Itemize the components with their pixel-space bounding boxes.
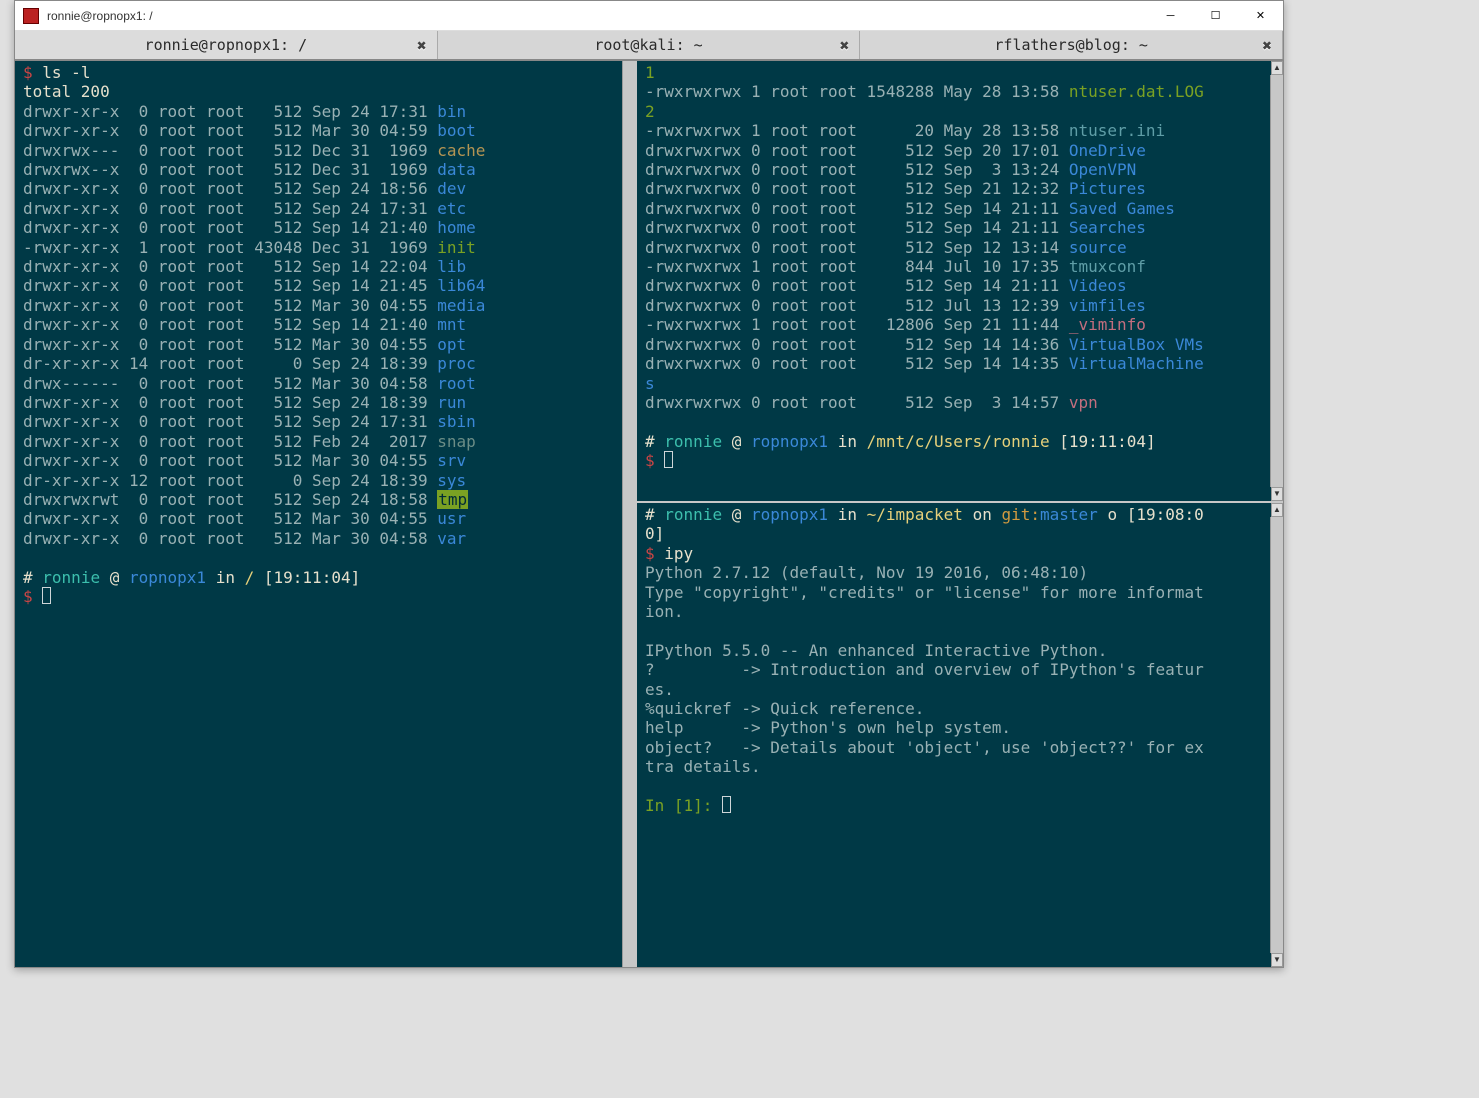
window-controls: ─ ☐ ✕ bbox=[1148, 1, 1283, 30]
close-button[interactable]: ✕ bbox=[1238, 1, 1283, 30]
top-terminal[interactable]: 1 -rwxrwxrwx 1 root root 1548288 May 28 … bbox=[637, 61, 1283, 475]
tab-close-icon[interactable]: ✖ bbox=[840, 36, 850, 55]
scroll-up-icon[interactable]: ▲ bbox=[623, 61, 635, 75]
tab-label: root@kali: ~ bbox=[594, 36, 702, 54]
app-window: ronnie@ropnopx1: / ─ ☐ ✕ ronnie@ropnopx1… bbox=[14, 0, 1284, 968]
content-area: ▲ ▼ $ ls -l total 200 drwxr-xr-x 0 root … bbox=[15, 61, 1283, 967]
tab-kali[interactable]: root@kali: ~ ✖ bbox=[438, 31, 861, 59]
window-title: ronnie@ropnopx1: / bbox=[47, 9, 1148, 23]
left-terminal[interactable]: $ ls -l total 200 drwxr-xr-x 0 root root… bbox=[15, 61, 635, 610]
maximize-button[interactable]: ☐ bbox=[1193, 1, 1238, 30]
tab-close-icon[interactable]: ✖ bbox=[417, 36, 427, 55]
scroll-down-icon[interactable]: ▼ bbox=[623, 953, 635, 967]
app-icon bbox=[23, 8, 39, 24]
bottom-terminal-pane[interactable]: ▲ ▼ # ronnie @ ropnopx1 in ~/impacket on… bbox=[637, 501, 1283, 967]
scroll-down-icon[interactable]: ▼ bbox=[1271, 953, 1283, 967]
scroll-down-icon[interactable]: ▼ bbox=[1271, 487, 1283, 501]
left-terminal-pane[interactable]: ▲ ▼ $ ls -l total 200 drwxr-xr-x 0 root … bbox=[15, 61, 635, 967]
titlebar[interactable]: ronnie@ropnopx1: / ─ ☐ ✕ bbox=[15, 1, 1283, 31]
tab-close-icon[interactable]: ✖ bbox=[1262, 36, 1272, 55]
tab-label: ronnie@ropnopx1: / bbox=[145, 36, 308, 54]
scroll-up-icon[interactable]: ▲ bbox=[1271, 503, 1283, 517]
tab-label: rflathers@blog: ~ bbox=[994, 36, 1148, 54]
right-column: ▲ ▼ 1 -rwxrwxrwx 1 root root 1548288 May… bbox=[635, 61, 1283, 967]
top-terminal-pane[interactable]: ▲ ▼ 1 -rwxrwxrwx 1 root root 1548288 May… bbox=[637, 61, 1283, 501]
tab-ronnie[interactable]: ronnie@ropnopx1: / ✖ bbox=[15, 31, 438, 59]
bottom-terminal[interactable]: # ronnie @ ropnopx1 in ~/impacket on git… bbox=[637, 503, 1283, 820]
tab-blog[interactable]: rflathers@blog: ~ ✖ bbox=[860, 31, 1283, 59]
tab-bar: ronnie@ropnopx1: / ✖ root@kali: ~ ✖ rfla… bbox=[15, 31, 1283, 61]
scroll-up-icon[interactable]: ▲ bbox=[1271, 61, 1283, 75]
minimize-button[interactable]: ─ bbox=[1148, 1, 1193, 30]
